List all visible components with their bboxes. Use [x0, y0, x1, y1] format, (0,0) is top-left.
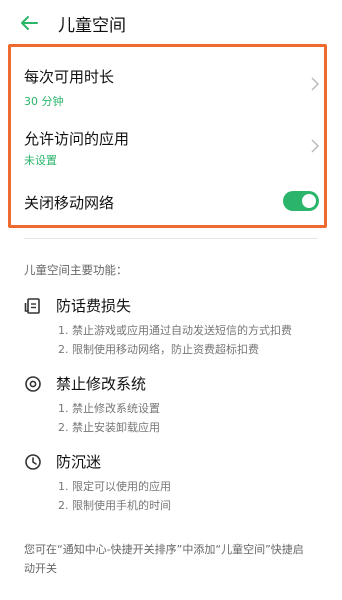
page-title: 儿童空间	[58, 16, 126, 36]
divider	[24, 238, 318, 239]
app-header: 儿童空间	[0, 0, 342, 46]
allowed-apps-row[interactable]: 允许访问的应用 未设置	[0, 122, 342, 182]
time-limit-label: 每次可用时长	[24, 68, 115, 86]
allowed-apps-label: 允许访问的应用	[24, 130, 130, 148]
settings-ring-icon	[25, 376, 41, 392]
allowed-apps-value: 未设置	[24, 154, 57, 167]
time-limit-row[interactable]: 每次可用时长 30 分钟	[0, 58, 342, 118]
feature-desc-line: 2. 禁止安装卸载应用	[58, 421, 160, 434]
feature-title: 防沉迷	[56, 453, 102, 471]
time-limit-value: 30 分钟	[24, 95, 64, 108]
clock-icon	[25, 454, 41, 470]
feature-title: 防话费损失	[56, 297, 132, 315]
features-section-title: 儿童空间主要功能：	[24, 263, 128, 277]
toggle-knob	[302, 194, 316, 208]
phone-bill-icon	[24, 298, 40, 314]
feature-desc-line: 2. 限制使用手机的时间	[58, 499, 171, 512]
feature-desc-line: 1. 限定可以使用的应用	[58, 480, 171, 493]
feature-desc-line: 1. 禁止修改系统设置	[58, 402, 160, 415]
chevron-right-icon	[311, 139, 320, 153]
feature-desc-line: 1. 禁止游戏或应用通过自动发送短信的方式扣费	[58, 324, 292, 337]
back-arrow-icon[interactable]	[18, 12, 40, 34]
footer-note: 您可在“通知中心-快捷开关排序”中添加“儿童空间”快捷启动开关	[24, 543, 304, 575]
mobile-network-toggle[interactable]	[283, 191, 319, 211]
mobile-network-label: 关闭移动网络	[24, 194, 115, 212]
chevron-right-icon	[311, 77, 320, 91]
feature-title: 禁止修改系统	[56, 375, 147, 393]
feature-desc-line: 2. 限制使用移动网络，防止资费超标扣费	[58, 343, 259, 356]
